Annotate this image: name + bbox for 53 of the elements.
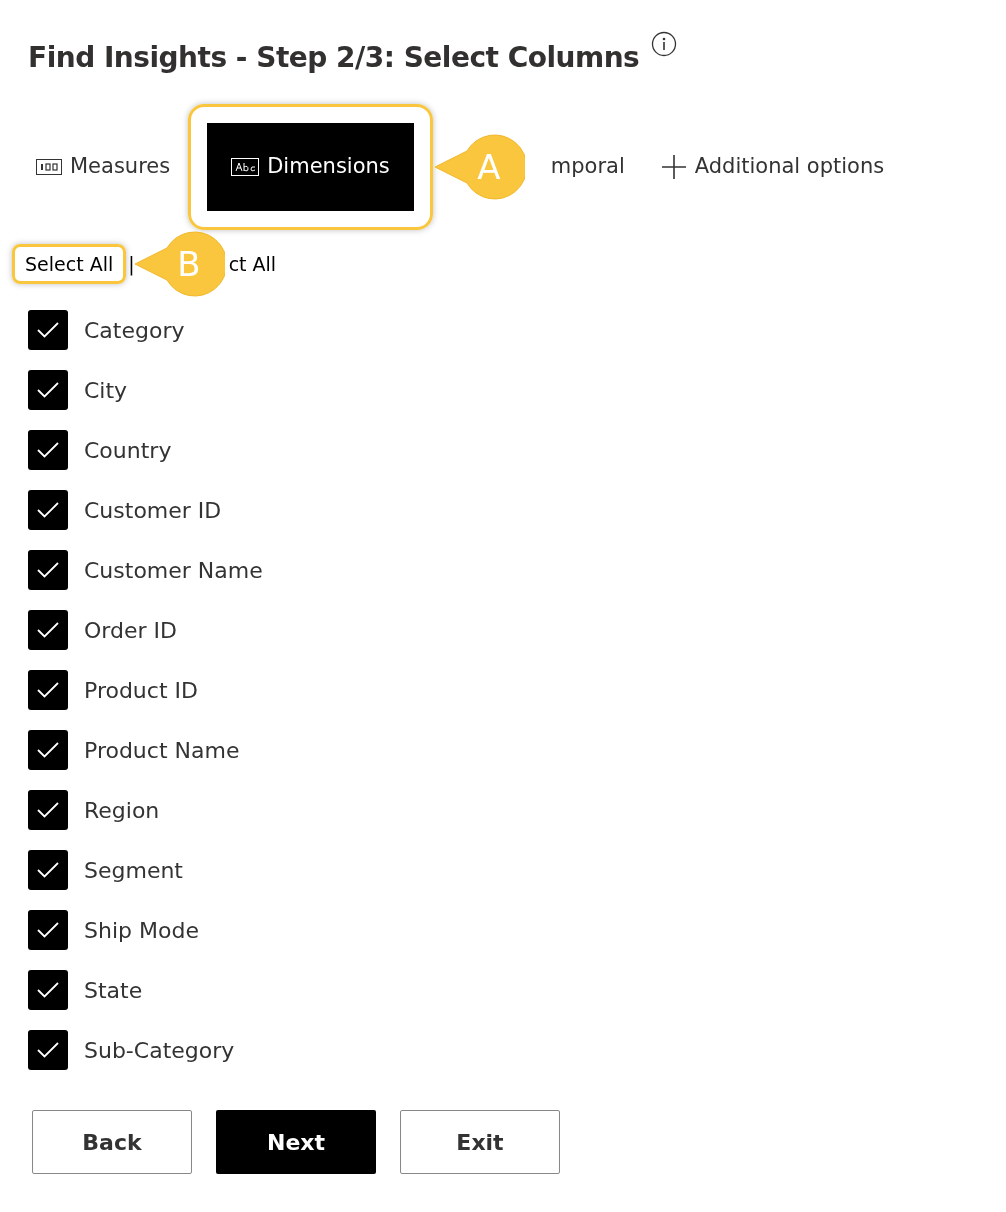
checkbox[interactable] xyxy=(28,370,68,410)
column-label: Category xyxy=(84,316,185,345)
checkmark-icon xyxy=(37,442,59,458)
page-title: Find Insights - Step 2/3: Select Columns xyxy=(28,40,640,76)
checkmark-icon xyxy=(37,802,59,818)
checkmark-icon xyxy=(37,322,59,338)
column-label: Sub-Category xyxy=(84,1036,235,1065)
column-label: Customer Name xyxy=(84,556,263,585)
checkmark-icon xyxy=(37,382,59,398)
checkmark-icon xyxy=(37,562,59,578)
column-label: Country xyxy=(84,436,172,465)
checkmark-icon xyxy=(37,922,59,938)
deselect-all-link[interactable]: ct All xyxy=(228,249,277,279)
column-label: Product Name xyxy=(84,736,240,765)
checkmark-icon xyxy=(37,742,59,758)
column-label: Segment xyxy=(84,856,183,885)
checkbox[interactable] xyxy=(28,790,68,830)
text-field-icon xyxy=(231,158,260,176)
info-icon[interactable] xyxy=(651,31,678,57)
checkbox[interactable] xyxy=(28,1030,68,1070)
checkbox[interactable] xyxy=(28,910,68,950)
action-button[interactable]: Next xyxy=(216,1110,376,1174)
number-icon xyxy=(36,159,62,175)
checkbox[interactable] xyxy=(28,550,68,590)
checkmark-icon xyxy=(37,682,59,698)
plus-icon xyxy=(660,154,687,180)
checkbox[interactable] xyxy=(28,310,68,350)
checkmark-icon xyxy=(37,1042,59,1058)
column-label: Customer ID xyxy=(84,496,222,525)
checkmark-icon xyxy=(37,982,59,998)
select-all-link[interactable]: Select All xyxy=(12,243,127,285)
checkbox[interactable] xyxy=(28,850,68,890)
callout-marker: B xyxy=(132,230,225,298)
column-label: State xyxy=(84,976,143,1005)
callout-marker: A xyxy=(432,133,525,201)
checkmark-icon xyxy=(37,622,59,638)
checkmark-icon xyxy=(37,502,59,518)
checkbox[interactable] xyxy=(28,670,68,710)
column-label: Order ID xyxy=(84,616,177,645)
checkbox[interactable] xyxy=(28,970,68,1010)
checkbox[interactable] xyxy=(28,430,68,470)
action-button[interactable]: Exit xyxy=(400,1110,560,1174)
column-label: Ship Mode xyxy=(84,916,199,945)
checkbox[interactable] xyxy=(28,730,68,770)
action-button[interactable]: Back xyxy=(32,1110,192,1174)
tab[interactable]: Dimensions xyxy=(188,104,433,230)
column-label: Product ID xyxy=(84,676,198,705)
column-label: City xyxy=(84,376,128,405)
separator: | xyxy=(128,251,135,278)
checkbox[interactable] xyxy=(28,610,68,650)
column-label: Region xyxy=(84,796,160,825)
checkmark-icon xyxy=(37,862,59,878)
checkbox[interactable] xyxy=(28,490,68,530)
